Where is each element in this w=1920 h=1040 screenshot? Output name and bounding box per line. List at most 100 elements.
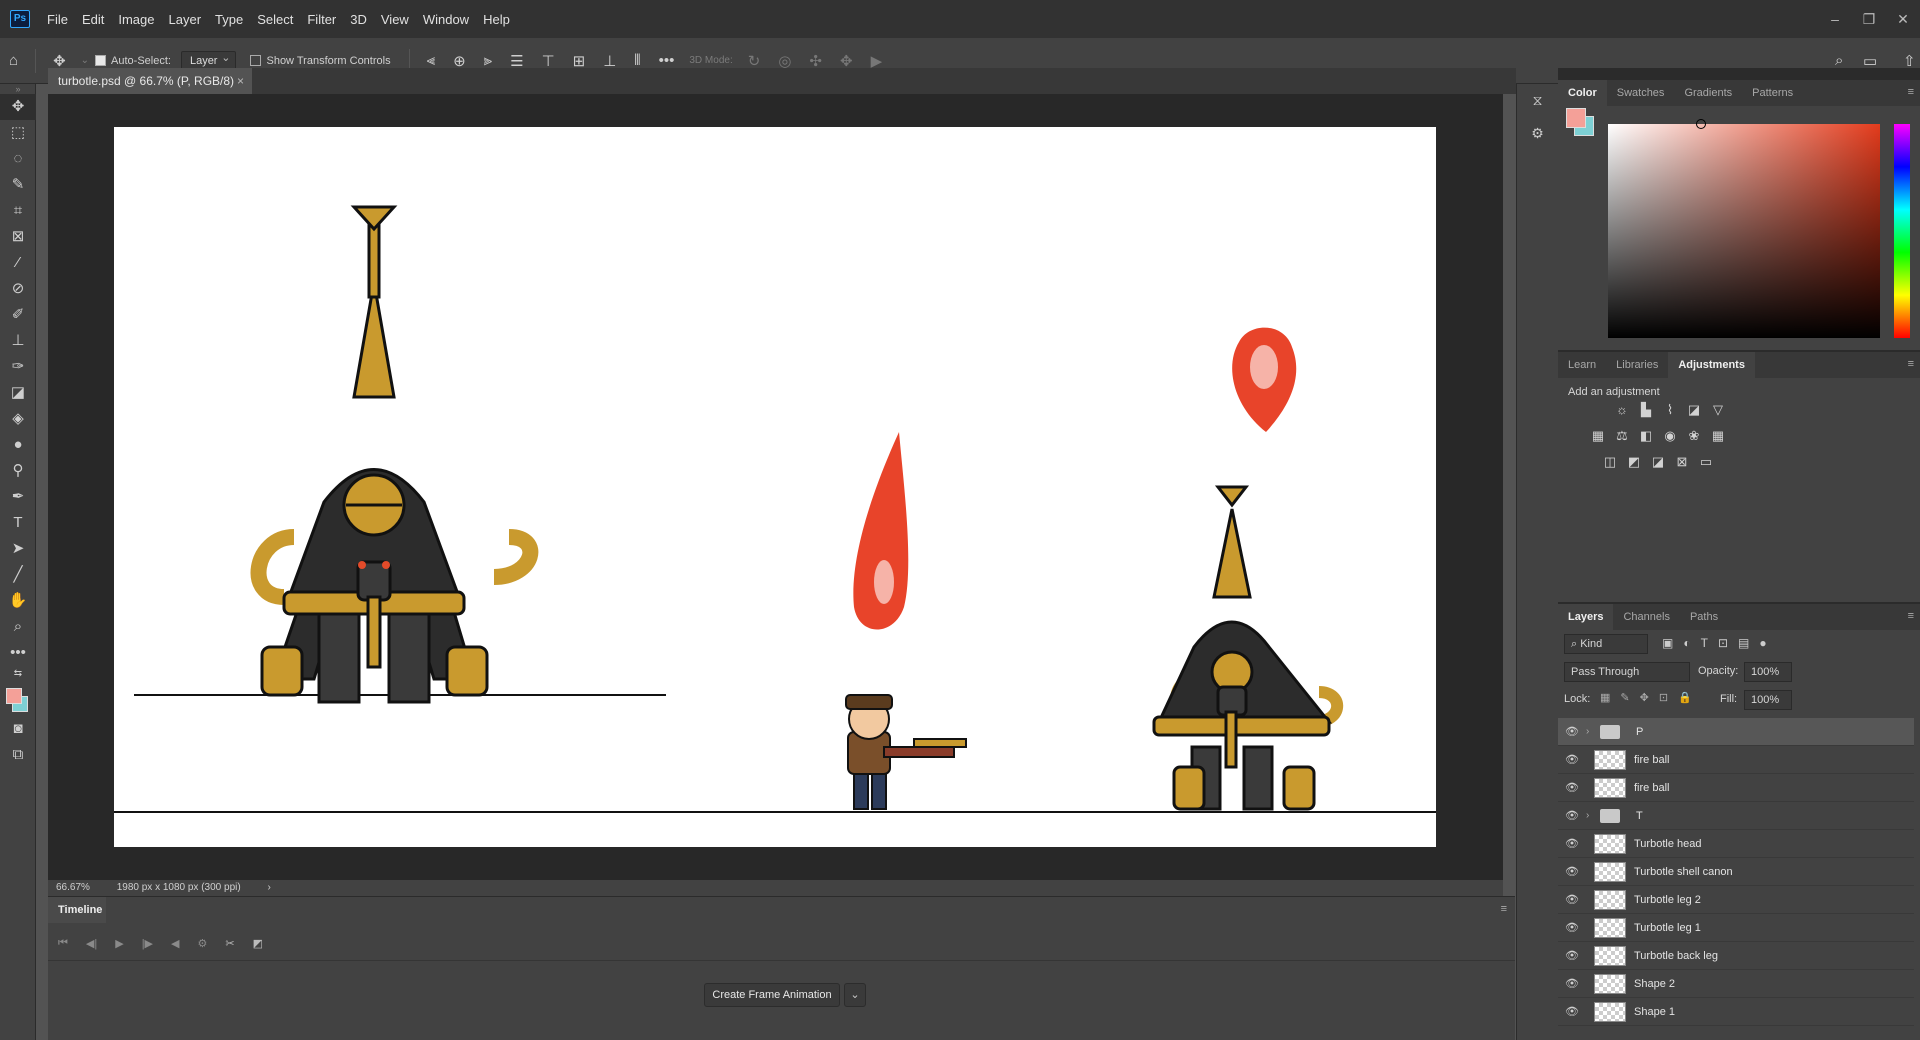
visibility-eye-icon[interactable]: 👁	[1558, 725, 1586, 738]
type-filter-icon[interactable]: T	[1701, 636, 1708, 650]
hand-tool-icon[interactable]: ✋	[0, 588, 36, 614]
menu-view[interactable]: View	[374, 12, 416, 27]
color-picker-cursor[interactable]	[1696, 119, 1706, 129]
history-brush-tool-icon[interactable]: ✑	[0, 354, 36, 380]
align-center-icon[interactable]: ⊕	[453, 52, 466, 70]
tab-learn[interactable]: Learn	[1558, 352, 1606, 378]
healing-brush-tool-icon[interactable]: ⊘	[0, 276, 36, 302]
blend-mode-dropdown[interactable]: Pass Through	[1564, 662, 1690, 682]
menu-image[interactable]: Image	[111, 12, 161, 27]
menu-type[interactable]: Type	[208, 12, 250, 27]
pixel-filter-icon[interactable]: ▣	[1662, 636, 1673, 650]
lock-artboard-icon[interactable]: ⊡	[1659, 691, 1668, 704]
vibrance-icon[interactable]: ▽	[1706, 402, 1730, 418]
tab-paths[interactable]: Paths	[1680, 604, 1728, 630]
layer-row[interactable]: 👁 › T	[1558, 802, 1914, 830]
visibility-eye-icon[interactable]: 👁	[1558, 977, 1586, 990]
shape-filter-icon[interactable]: ⊡	[1718, 636, 1728, 650]
auto-select-checkbox[interactable]	[95, 55, 107, 66]
canvas-area[interactable]	[48, 94, 1503, 880]
visibility-eye-icon[interactable]: 👁	[1558, 809, 1586, 822]
frame-tool-icon[interactable]: ⊠	[0, 224, 36, 250]
panel-menu-icon[interactable]: ≡	[1908, 86, 1914, 98]
panel-menu-icon[interactable]: ≡	[1501, 903, 1507, 915]
chevron-right-icon[interactable]: ›	[1586, 810, 1596, 821]
lock-transparent-icon[interactable]: ▦	[1600, 691, 1610, 704]
type-tool-icon[interactable]: T	[0, 510, 36, 536]
document-tab[interactable]: turbotle.psd @ 66.7% (P, RGB/8) ×	[48, 68, 252, 94]
lock-all-icon[interactable]: 🔒	[1678, 691, 1692, 704]
tab-timeline[interactable]: Timeline	[48, 897, 106, 923]
menu-layer[interactable]: Layer	[162, 12, 209, 27]
threshold-icon[interactable]: ◪	[1646, 454, 1670, 470]
chevron-right-icon[interactable]: ›	[1586, 726, 1596, 737]
blur-tool-icon[interactable]: ●	[0, 432, 36, 458]
layer-row[interactable]: 👁 fire ball	[1558, 746, 1914, 774]
layer-filter-dropdown[interactable]: ⌕ Kind	[1564, 634, 1648, 654]
filter-toggle-icon[interactable]: ●	[1759, 636, 1766, 650]
swap-colors-icon[interactable]: ⇆	[0, 666, 36, 682]
foreground-color-swatch[interactable]	[6, 688, 22, 704]
menu-window[interactable]: Window	[416, 12, 476, 27]
align-right-icon[interactable]: ⫸	[484, 52, 492, 69]
layer-row[interactable]: 👁 Shape 1	[1558, 998, 1914, 1026]
panel-menu-icon[interactable]: ≡	[1908, 358, 1914, 370]
zoom-level[interactable]: 66.67%	[56, 882, 90, 893]
pen-tool-icon[interactable]: ✒	[0, 484, 36, 510]
quick-select-tool-icon[interactable]: ✎	[0, 172, 36, 198]
menu-file[interactable]: File	[40, 12, 75, 27]
fill-field[interactable]: 100%	[1744, 690, 1792, 710]
dodge-tool-icon[interactable]: ⚲	[0, 458, 36, 484]
create-frame-animation-button[interactable]: Create Frame Animation	[704, 983, 840, 1007]
hue-slider[interactable]	[1894, 124, 1910, 338]
play-icon[interactable]: ▶	[115, 937, 123, 950]
lock-position-icon[interactable]: ✥	[1640, 691, 1649, 704]
marquee-tool-icon[interactable]: ⬚	[0, 120, 36, 146]
layer-row[interactable]: 👁 Shape 2	[1558, 970, 1914, 998]
tab-color[interactable]: Color	[1558, 80, 1607, 106]
screen-mode-icon[interactable]: ⧉	[0, 742, 36, 768]
visibility-eye-icon[interactable]: 👁	[1558, 837, 1586, 850]
collapse-icon[interactable]: »	[0, 84, 36, 94]
layer-row[interactable]: 👁 Turbotle leg 1	[1558, 914, 1914, 942]
move-tool-icon[interactable]: ✥	[53, 52, 66, 70]
align-top-icon[interactable]: ⊤	[542, 52, 555, 70]
visibility-eye-icon[interactable]: 👁	[1558, 949, 1586, 962]
workspace-icon[interactable]: ▭	[1863, 52, 1877, 70]
brush-tool-icon[interactable]: ✐	[0, 302, 36, 328]
levels-icon[interactable]: ▙	[1634, 402, 1658, 418]
visibility-eye-icon[interactable]: 👁	[1558, 1005, 1586, 1018]
visibility-eye-icon[interactable]: 👁	[1558, 921, 1586, 934]
split-icon[interactable]: ✂	[225, 937, 234, 950]
more-tools-icon[interactable]: •••	[0, 640, 36, 666]
first-frame-icon[interactable]: ⏮	[58, 937, 68, 950]
line-tool-icon[interactable]: ╱	[0, 562, 36, 588]
tab-swatches[interactable]: Swatches	[1607, 80, 1675, 106]
eyedropper-tool-icon[interactable]: ⁄	[0, 250, 36, 276]
color-swatches[interactable]	[0, 682, 36, 716]
restore-icon[interactable]: ❐	[1852, 11, 1886, 28]
close-icon[interactable]: ✕	[1886, 11, 1920, 28]
visibility-eye-icon[interactable]: 👁	[1558, 865, 1586, 878]
photo-filter-icon[interactable]: ◉	[1658, 428, 1682, 444]
tab-adjustments[interactable]: Adjustments	[1668, 352, 1755, 378]
settings-icon[interactable]: ⚙	[198, 937, 208, 950]
smart-object-filter-icon[interactable]: ▤	[1738, 636, 1749, 650]
hue-saturation-icon[interactable]: ▦	[1586, 428, 1610, 444]
distribute-vertical-icon[interactable]: ☰	[510, 52, 523, 70]
next-frame-icon[interactable]: |▶	[142, 937, 153, 950]
selective-color-icon[interactable]: ⊠	[1670, 454, 1694, 470]
layer-row[interactable]: 👁 Turbotle shell canon	[1558, 858, 1914, 886]
visibility-eye-icon[interactable]: 👁	[1558, 893, 1586, 906]
menu-select[interactable]: Select	[250, 12, 300, 27]
color-picker-field[interactable]	[1608, 119, 1880, 338]
zoom-tool-icon[interactable]: ⌕	[0, 614, 36, 640]
gradient-map-icon[interactable]: ▭	[1694, 454, 1718, 470]
menu-edit[interactable]: Edit	[75, 12, 111, 27]
crop-tool-icon[interactable]: ⌗	[0, 198, 36, 224]
color-balance-icon[interactable]: ⚖	[1610, 428, 1634, 444]
distribute-horizontal-icon[interactable]: ⫴	[634, 52, 640, 69]
color-lookup-icon[interactable]: ▦	[1706, 428, 1730, 444]
layer-row[interactable]: 👁 Turbotle leg 2	[1558, 886, 1914, 914]
chevron-down-icon[interactable]: ⌄	[81, 55, 89, 66]
